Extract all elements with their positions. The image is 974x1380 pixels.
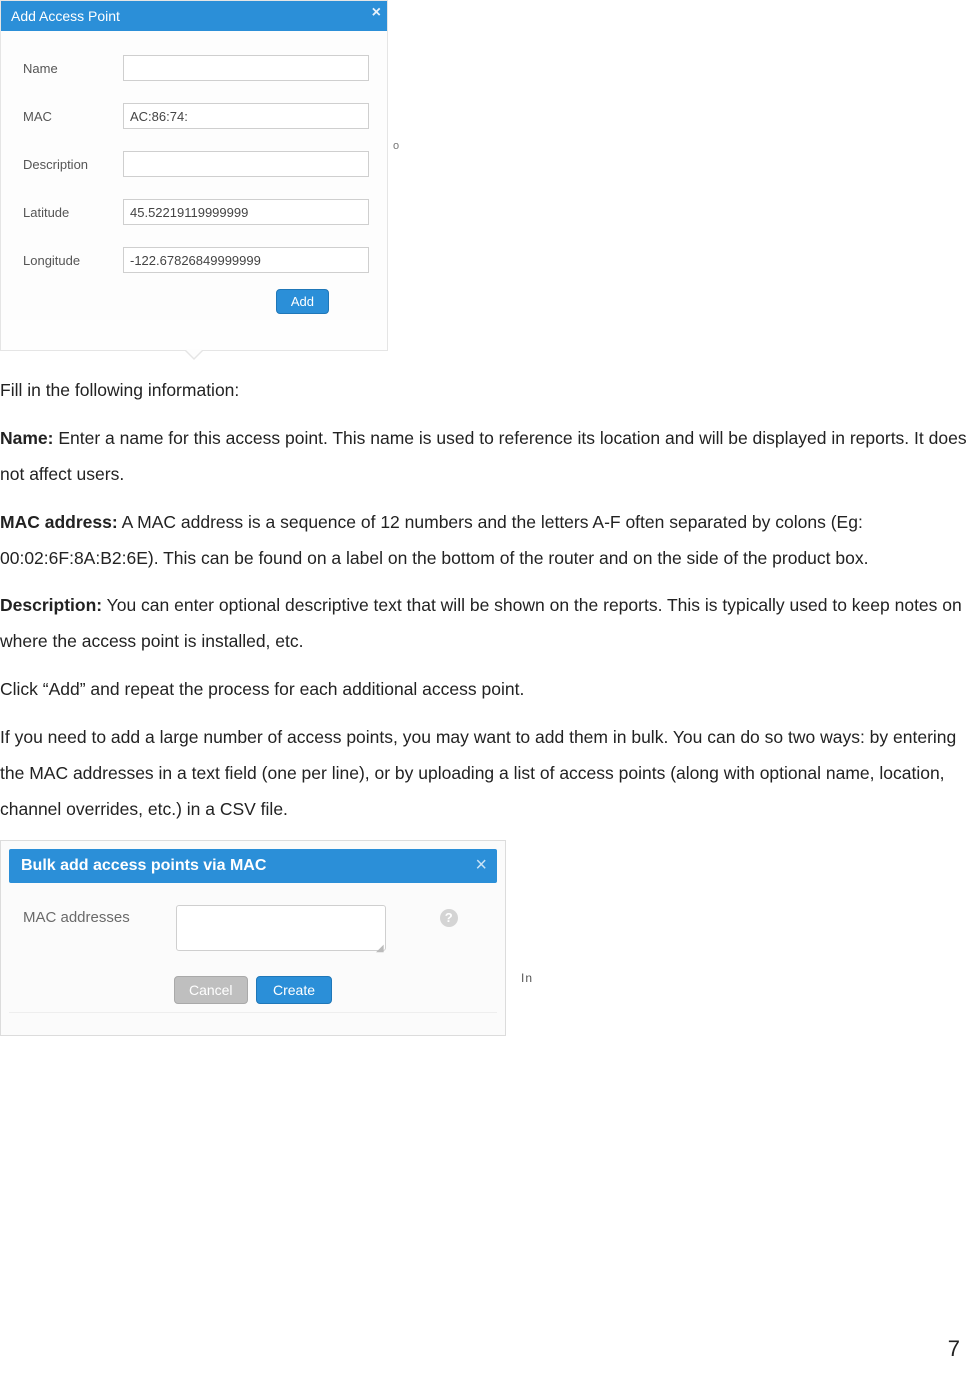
dialog-title: Add Access Point <box>11 8 120 24</box>
create-button[interactable]: Create <box>256 976 332 1004</box>
page-number: 7 <box>948 1336 960 1362</box>
paragraph-name: Name: Enter a name for this access point… <box>0 421 968 493</box>
label-mac: MAC <box>23 109 123 124</box>
help-icon[interactable]: ? <box>440 909 458 927</box>
bulk-input-wrap: ◢ <box>176 905 386 956</box>
add-access-point-dialog: a p Add Access Point × Name MAC Descript… <box>0 0 388 351</box>
close-icon[interactable]: × <box>372 3 381 23</box>
dialog-titlebar: Add Access Point × <box>1 1 387 31</box>
cropped-text: o <box>393 140 399 152</box>
label-mac-addresses: MAC addresses <box>23 905 130 926</box>
text-mac: A MAC address is a sequence of 12 number… <box>0 512 868 568</box>
document-body: Fill in the following information: Name:… <box>0 351 974 828</box>
bulk-add-dialog: Bulk add access points via MAC × MAC add… <box>0 840 506 1036</box>
form-row-mac: MAC <box>23 103 369 129</box>
text-description: You can enter optional descriptive text … <box>0 595 962 651</box>
term-mac: MAC address: <box>0 512 118 532</box>
paragraph-description: Description: You can enter optional desc… <box>0 588 968 660</box>
cancel-button[interactable]: Cancel <box>174 976 248 1004</box>
label-longitude: Longitude <box>23 253 123 268</box>
form-row-longitude: Longitude <box>23 247 369 273</box>
input-mac[interactable] <box>123 103 369 129</box>
label-description: Description <box>23 157 123 172</box>
dialog-actions: Add <box>23 289 369 314</box>
term-name: Name: <box>0 428 54 448</box>
paragraph-bulk: If you need to add a large number of acc… <box>0 720 968 828</box>
input-mac-addresses[interactable] <box>176 905 386 951</box>
paragraph-click-add: Click “Add” and repeat the process for e… <box>0 672 968 708</box>
input-latitude[interactable] <box>123 199 369 225</box>
form-row-name: Name <box>23 55 369 81</box>
input-description[interactable] <box>123 151 369 177</box>
text-name: Enter a name for this access point. This… <box>0 428 967 484</box>
bulk-body: MAC addresses ◢ ? <box>1 883 505 962</box>
paragraph-mac: MAC address: A MAC address is a sequence… <box>0 505 968 577</box>
bulk-actions: Cancel Create <box>1 976 505 1004</box>
popover-arrow-icon <box>184 350 204 360</box>
bulk-title: Bulk add access points via MAC <box>21 857 266 874</box>
close-icon[interactable]: × <box>475 849 487 881</box>
document-page: a p Add Access Point × Name MAC Descript… <box>0 0 974 1380</box>
label-name: Name <box>23 61 123 76</box>
cropped-text: In <box>521 971 533 985</box>
lead-paragraph: Fill in the following information: <box>0 373 968 409</box>
form-row-latitude: Latitude <box>23 199 369 225</box>
form-row-description: Description <box>23 151 369 177</box>
term-description: Description: <box>0 595 102 615</box>
input-longitude[interactable] <box>123 247 369 273</box>
add-button[interactable]: Add <box>276 289 329 314</box>
bulk-titlebar: Bulk add access points via MAC × <box>9 849 497 883</box>
label-latitude: Latitude <box>23 205 123 220</box>
dialog-body: Name MAC Description Latitude Longitude <box>1 31 387 320</box>
bulk-footer-divider <box>9 1012 497 1023</box>
input-name[interactable] <box>123 55 369 81</box>
